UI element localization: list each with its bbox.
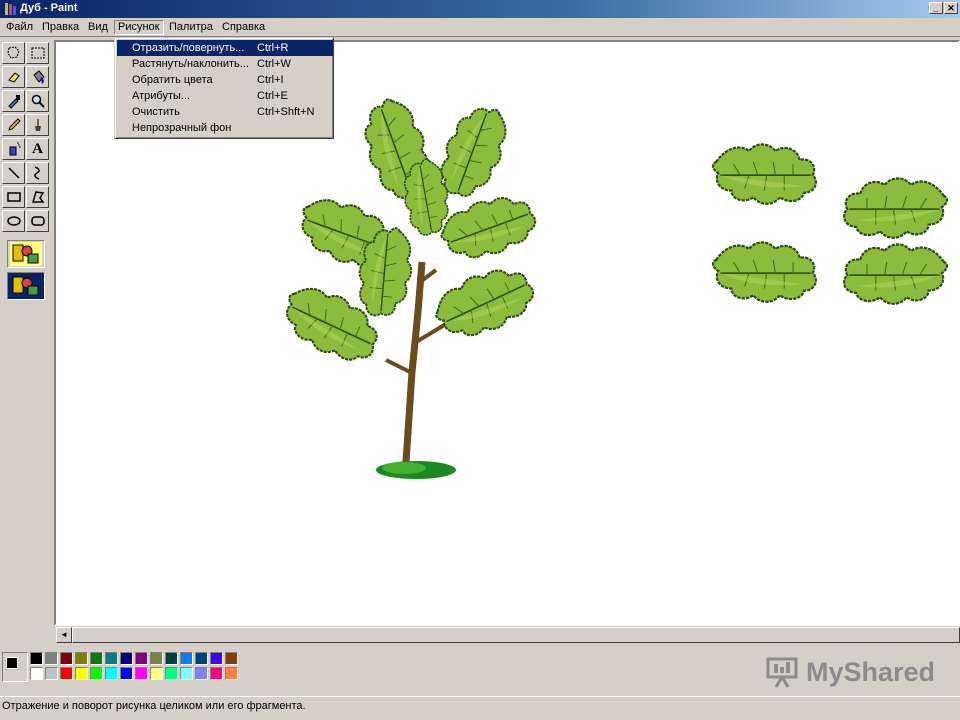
palette-swatch[interactable] (45, 652, 58, 665)
palette-swatch[interactable] (60, 667, 73, 680)
window-title: Дуб - Paint (20, 2, 78, 14)
paint-window: Дуб - Paint _ ✕ Файл Правка Вид Рисунок … (0, 0, 960, 720)
menu-item-shortcut: Ctrl+I (257, 74, 284, 86)
menu-bar: Файл Правка Вид Рисунок Палитра Справка (0, 18, 960, 37)
status-text: Отражение и поворот рисунка целиком или … (2, 700, 306, 712)
palette-swatch[interactable] (165, 652, 178, 665)
palette-swatch[interactable] (150, 652, 163, 665)
color-picker-icon[interactable] (2, 90, 25, 112)
close-button[interactable]: ✕ (944, 2, 958, 14)
menu-image[interactable]: Рисунок (114, 20, 164, 35)
palette-swatch[interactable] (165, 667, 178, 680)
palette-swatch[interactable] (90, 652, 103, 665)
curve-icon[interactable] (26, 162, 49, 184)
palette-swatch[interactable] (60, 652, 73, 665)
opaque-bg-option[interactable] (7, 272, 45, 300)
palette-swatch[interactable] (195, 667, 208, 680)
menu-item-shortcut: Ctrl+R (257, 42, 289, 54)
image-menu-dropdown: Отразить/повернуть... Ctrl+R Растянуть/н… (114, 37, 334, 139)
menu-view[interactable]: Вид (84, 20, 112, 35)
palette-swatch[interactable] (75, 652, 88, 665)
palette-swatch[interactable] (225, 667, 238, 680)
transparent-bg-option[interactable] (7, 240, 45, 268)
menu-item-flip-rotate[interactable]: Отразить/повернуть... Ctrl+R (117, 40, 333, 56)
palette-swatch[interactable] (225, 652, 238, 665)
palette-swatch[interactable] (30, 667, 43, 680)
palette-swatch[interactable] (210, 652, 223, 665)
ellipse-icon[interactable] (2, 210, 25, 232)
menu-item-invert-colors[interactable]: Обратить цвета Ctrl+I (117, 72, 333, 88)
menu-item-stretch-skew[interactable]: Растянуть/наклонить... Ctrl+W (117, 56, 333, 72)
rounded-rect-icon[interactable] (26, 210, 49, 232)
menu-item-label: Очистить (132, 106, 180, 118)
watermark-text: MyShared (806, 657, 936, 687)
brush-icon[interactable] (26, 114, 49, 136)
menu-edit[interactable]: Правка (38, 20, 83, 35)
palette-swatch[interactable] (90, 667, 103, 680)
text-tool-glyph: A (32, 140, 43, 157)
menu-item-label: Отразить/повернуть... (132, 42, 245, 54)
minimize-button[interactable]: _ (929, 2, 943, 14)
palette-swatch[interactable] (195, 652, 208, 665)
rectangle-icon[interactable] (2, 186, 25, 208)
menu-item-label: Непрозрачный фон (132, 122, 232, 134)
menu-item-opaque-bg[interactable]: Непрозрачный фон (117, 120, 333, 136)
menu-item-label: Атрибуты... (132, 90, 191, 102)
menu-item-clear[interactable]: Очистить Ctrl+Shft+N (117, 104, 333, 120)
scroll-thumb[interactable] (72, 627, 960, 643)
palette-swatch[interactable] (45, 667, 58, 680)
transparent-bg-icon (10, 242, 42, 266)
menu-item-label: Растянуть/наклонить... (132, 58, 249, 70)
palette-swatch[interactable] (210, 667, 223, 680)
palette-swatch[interactable] (180, 667, 193, 680)
scroll-left-arrow-icon[interactable]: ◄ (56, 627, 72, 643)
foreground-color-swatch[interactable] (6, 657, 18, 669)
status-bar: Отражение и поворот рисунка целиком или … (0, 696, 960, 716)
palette-swatch[interactable] (30, 652, 43, 665)
palette-swatch[interactable] (75, 667, 88, 680)
menu-item-shortcut: Ctrl+E (257, 90, 288, 102)
menu-item-shortcut: Ctrl+Shft+N (257, 106, 315, 118)
fill-icon[interactable] (26, 66, 49, 88)
eraser-icon[interactable] (2, 66, 25, 88)
palette-swatch[interactable] (135, 652, 148, 665)
palette-swatch[interactable] (105, 667, 118, 680)
magnifier-icon[interactable] (26, 90, 49, 112)
rect-select-icon[interactable] (26, 42, 49, 64)
palette-swatch[interactable] (135, 667, 148, 680)
menu-help[interactable]: Справка (218, 20, 269, 35)
menu-file[interactable]: Файл (2, 20, 37, 35)
watermark: MyShared (766, 656, 935, 690)
opaque-bg-icon (10, 274, 42, 298)
palette-swatch[interactable] (120, 652, 133, 665)
toolbox: A (0, 40, 52, 640)
menu-item-attributes[interactable]: Атрибуты... Ctrl+E (117, 88, 333, 104)
palette-swatch[interactable] (150, 667, 163, 680)
current-colors[interactable] (2, 652, 28, 682)
airbrush-icon[interactable] (2, 138, 25, 160)
free-select-icon[interactable] (2, 42, 25, 64)
paint-app-icon (5, 3, 16, 15)
palette-swatch[interactable] (120, 667, 133, 680)
menu-item-shortcut: Ctrl+W (257, 58, 291, 70)
pencil-icon[interactable] (2, 114, 25, 136)
presentation-icon (766, 657, 798, 688)
text-icon[interactable]: A (26, 138, 49, 160)
polygon-icon[interactable] (26, 186, 49, 208)
menu-colors[interactable]: Палитра (165, 20, 217, 35)
title-bar[interactable]: Дуб - Paint _ ✕ (0, 0, 960, 18)
menu-item-label: Обратить цвета (132, 74, 213, 86)
palette-swatch[interactable] (105, 652, 118, 665)
palette-swatch[interactable] (180, 652, 193, 665)
line-icon[interactable] (2, 162, 25, 184)
horizontal-scrollbar[interactable]: ◄ (56, 627, 960, 643)
